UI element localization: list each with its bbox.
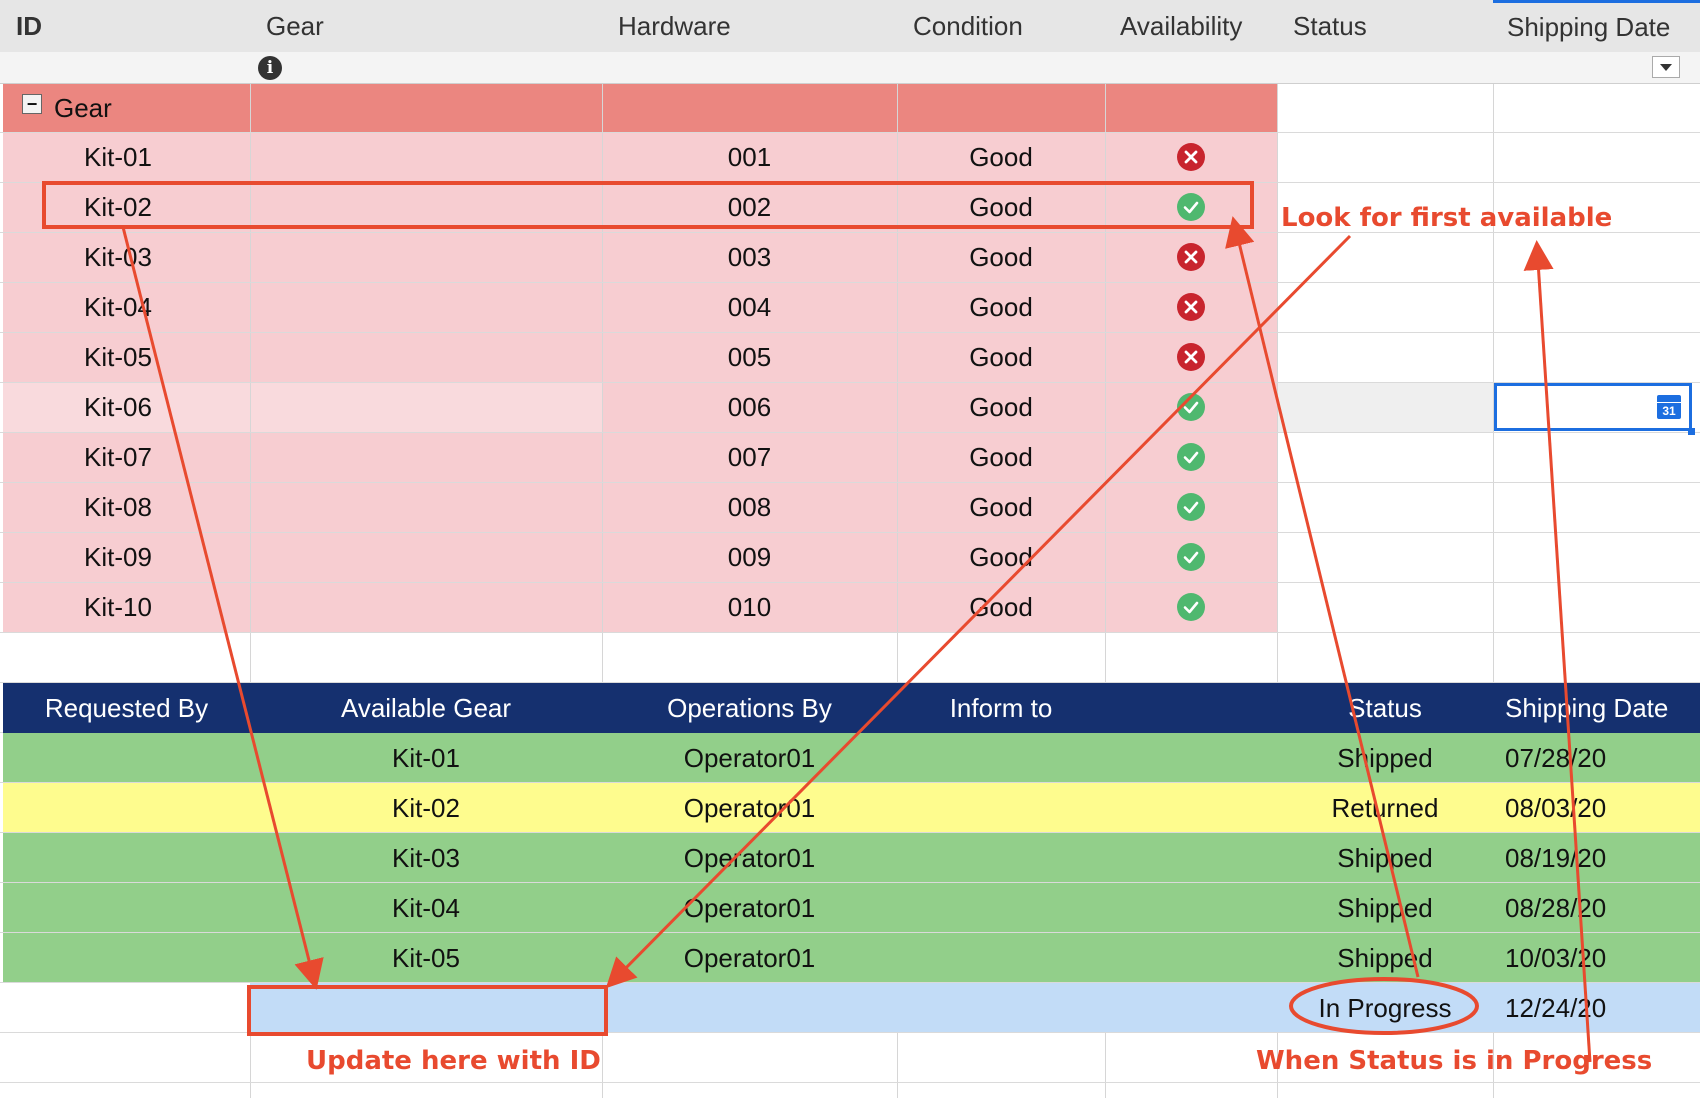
highlight-box-update-cell xyxy=(249,987,606,1034)
annotation-overlay xyxy=(0,0,1700,1098)
arrow-look-to-update xyxy=(610,236,1350,984)
arrow-when-to-date xyxy=(1537,246,1590,1062)
annotation-when-status: When Status is in Progress xyxy=(1256,1046,1652,1076)
annotation-update-here: Update here with ID xyxy=(306,1046,601,1076)
sheet-view: ID Gear Hardware Condition Availability … xyxy=(0,0,1700,1098)
highlight-box-kit-02 xyxy=(44,183,1252,227)
arrow-kit02-to-update xyxy=(123,227,315,984)
arrow-status-to-kit02 xyxy=(1234,222,1418,977)
annotation-look-for: Look for first available xyxy=(1281,203,1612,233)
highlight-ellipse-in-progress xyxy=(1291,979,1477,1033)
